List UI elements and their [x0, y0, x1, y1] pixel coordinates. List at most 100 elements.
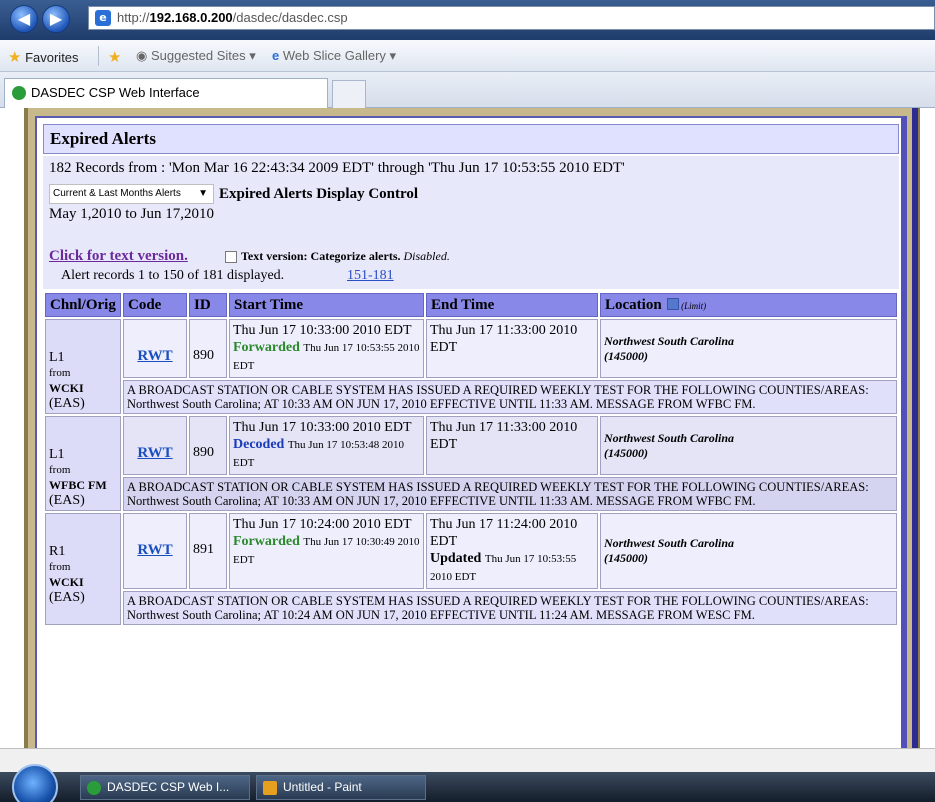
new-tab-button[interactable] [332, 80, 366, 108]
text-version-status: Disabled. [403, 249, 450, 263]
tab-dasdec[interactable]: DASDEC CSP Web Interface [4, 78, 328, 108]
chnl-cell: L1 from WFBC FM (EAS) [45, 416, 121, 511]
taskbar-item-label: DASDEC CSP Web I... [107, 780, 230, 794]
location-cell: Northwest South Carolina (145000) [600, 416, 897, 475]
chnl-value: L1 [49, 350, 65, 365]
status-updated: Updated [430, 551, 482, 566]
ie-icon [87, 781, 101, 795]
header-end: End Time [426, 293, 598, 317]
alerts-filter-select[interactable]: Current & Last Months Alerts ▼ [49, 184, 214, 204]
description-cell: A BROADCAST STATION OR CABLE SYSTEM HAS … [123, 477, 897, 511]
favorites-button[interactable]: ★ Favorites [8, 48, 79, 66]
header-id: ID [189, 293, 227, 317]
url-input[interactable]: e http://192.168.0.200/dasdec/dasdec.csp [88, 6, 935, 30]
taskbar-item-ie[interactable]: DASDEC CSP Web I... [80, 775, 250, 800]
text-version-label: Text version: Categorize alerts. Disable… [241, 249, 450, 264]
code-cell: RWT [123, 416, 187, 475]
start-cell: Thu Jun 17 10:33:00 2010 EDT Decoded Thu… [229, 416, 424, 475]
location-cell: Northwest South Carolina (145000) [600, 319, 897, 378]
url-prefix: http:// [117, 10, 150, 25]
start-cell: Thu Jun 17 10:33:00 2010 EDT Forwarded T… [229, 319, 424, 378]
taskbar-item-label: Untitled - Paint [283, 780, 362, 794]
location-code: (145000) [604, 348, 648, 363]
content-panel: Expired Alerts 182 Records from : 'Mon M… [35, 116, 907, 748]
web-slice-gallery-button[interactable]: e Web Slice Gallery ▾ [272, 48, 396, 64]
status-decoded: Decoded [233, 437, 285, 452]
chevron-down-icon: ▼ [198, 188, 208, 199]
end-cell: Thu Jun 17 11:33:00 2010 EDT [426, 416, 598, 475]
add-favorite-icon[interactable]: ★ [108, 48, 121, 66]
code-link[interactable]: RWT [137, 542, 172, 558]
forward-button[interactable]: ▶ [42, 5, 70, 33]
text-version-link[interactable]: Click for text version. [49, 248, 188, 265]
scroll-edge [912, 108, 918, 748]
text-version-text: Text version: Categorize alerts. [241, 249, 401, 263]
table-row: L1 from WCKI (EAS) RWT 890 Thu Jun 17 10… [45, 319, 897, 414]
info-area: 182 Records from : 'Mon Mar 16 22:43:34 … [43, 156, 899, 289]
id-cell: 890 [189, 319, 227, 378]
orig-value: WCKI [49, 381, 84, 395]
favorites-label: Favorites [25, 50, 79, 65]
chnl-cell: L1 from WCKI (EAS) [45, 319, 121, 414]
web-slice-label: Web Slice Gallery ▾ [282, 48, 397, 63]
divider [98, 46, 99, 66]
header-start: Start Time [229, 293, 424, 317]
chnl-value: R1 [49, 544, 66, 559]
start-time: Thu Jun 17 10:24:00 2010 EDT [233, 517, 412, 532]
end-cell: Thu Jun 17 11:24:00 2010 EDT Updated Thu… [426, 513, 598, 589]
limit-label: (Limit) [681, 300, 707, 311]
ie-page-icon: e [95, 10, 111, 26]
type-value: (EAS) [49, 493, 85, 508]
date-range: May 1,2010 to Jun 17,2010 [49, 206, 214, 222]
end-time: Thu Jun 17 11:33:00 2010 EDT [430, 323, 578, 355]
from-label: from [49, 464, 71, 476]
code-link[interactable]: RWT [137, 348, 172, 364]
header-code: Code [123, 293, 187, 317]
location-code: (145000) [604, 551, 648, 565]
site-icon [12, 86, 26, 100]
location-value: Northwest South Carolina [604, 333, 735, 348]
status-forwarded: Forwarded [233, 340, 300, 355]
address-bar-area: ◀ ▶ e http://192.168.0.200/dasdec/dasdec… [0, 0, 935, 40]
table-row-desc: A BROADCAST STATION OR CABLE SYSTEM HAS … [45, 591, 897, 625]
next-page-link[interactable]: 151-181 [347, 268, 394, 284]
paint-icon [263, 781, 277, 795]
end-cell: Thu Jun 17 11:33:00 2010 EDT [426, 319, 598, 378]
location-code: (145000) [604, 445, 648, 460]
location-label: Location [605, 296, 662, 313]
back-button[interactable]: ◀ [10, 5, 38, 33]
type-value: (EAS) [49, 396, 85, 411]
url-path: /dasdec/dasdec.csp [232, 10, 348, 25]
code-cell: RWT [123, 513, 187, 589]
orig-value: WCKI [49, 575, 84, 589]
chnl-cell: R1 from WCKI (EAS) [45, 513, 121, 625]
chnl-value: L1 [49, 447, 65, 462]
suggested-sites-button[interactable]: ◉ Suggested Sites ▾ [136, 48, 256, 64]
suggested-sites-label: Suggested Sites ▾ [150, 48, 256, 63]
display-control-label: Expired Alerts Display Control [219, 186, 419, 202]
start-time: Thu Jun 17 10:33:00 2010 EDT [233, 420, 412, 435]
from-label: from [49, 561, 71, 573]
table-row: R1 from WCKI (EAS) RWT 891 Thu Jun 17 10… [45, 513, 897, 625]
taskbar-item-paint[interactable]: Untitled - Paint [256, 775, 426, 800]
from-label: from [49, 367, 71, 379]
status-bar [0, 748, 935, 772]
table-row-desc: A BROADCAST STATION OR CABLE SYSTEM HAS … [45, 477, 897, 511]
text-version-checkbox[interactable] [225, 251, 237, 263]
location-value: Northwest South Carolina [604, 430, 735, 445]
code-cell: RWT [123, 319, 187, 378]
type-value: (EAS) [49, 590, 85, 605]
code-link[interactable]: RWT [137, 445, 172, 461]
end-time: Thu Jun 17 11:33:00 2010 EDT [430, 420, 578, 452]
start-button[interactable] [12, 764, 58, 802]
end-time: Thu Jun 17 11:24:00 2010 EDT [430, 517, 578, 549]
header-chnl: Chnl/Orig [45, 293, 121, 317]
favorites-bar: ★ Favorites ★ ◉ Suggested Sites ▾ e Web … [0, 40, 935, 72]
limit-checkbox[interactable] [667, 297, 680, 310]
table-row-desc: A BROADCAST STATION OR CABLE SYSTEM HAS … [45, 380, 897, 414]
tab-title: DASDEC CSP Web Interface [31, 85, 200, 100]
table-row: L1 from WFBC FM (EAS) RWT 890 Thu Jun 17… [45, 416, 897, 511]
alerts-table: Chnl/Orig Code ID Start Time End Time Lo… [43, 291, 899, 627]
status-forwarded: Forwarded [233, 534, 300, 549]
filter-select-value: Current & Last Months Alerts [53, 188, 181, 199]
